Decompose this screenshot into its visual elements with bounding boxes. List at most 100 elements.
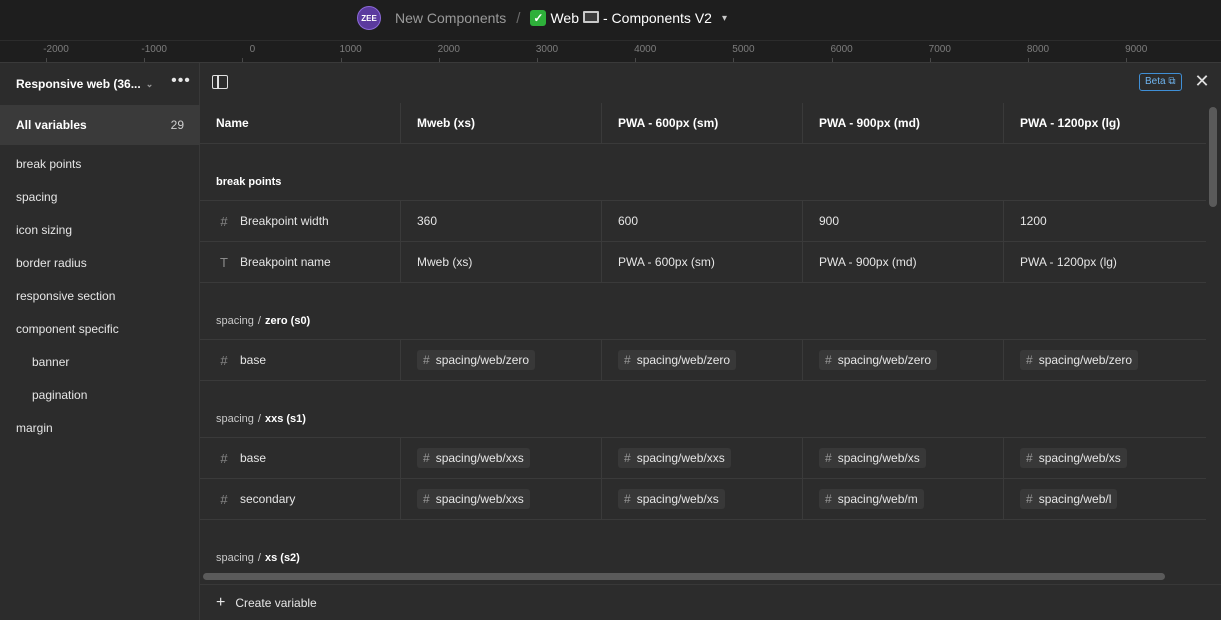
variable-value-cell[interactable]: # spacing/web/xxs [401, 479, 602, 519]
variable-value-cell[interactable]: # spacing/web/l [1004, 479, 1206, 519]
beta-badge[interactable]: Beta ⧉ [1139, 73, 1182, 91]
alias-value: spacing/web/xxs [435, 451, 524, 465]
variable-value-cell[interactable]: 900 [803, 201, 1004, 241]
alias-pill[interactable]: # spacing/web/zero [819, 350, 938, 370]
variable-name-cell[interactable]: # secondary [200, 479, 401, 519]
ruler-tick-label: 8000 [1026, 44, 1050, 55]
group-path: spacing [216, 315, 254, 327]
ruler-tick-label: 4000 [634, 44, 657, 55]
variable-value-cell[interactable]: # spacing/web/zero [803, 340, 1004, 380]
sidebar-item-icon-sizing[interactable]: icon sizing [0, 214, 200, 247]
variable-value-cell[interactable]: # spacing/web/xs [602, 479, 803, 519]
more-options-icon[interactable]: ••• [170, 72, 192, 94]
sidebar-toggle-icon[interactable] [212, 75, 228, 89]
vertical-scrollbar[interactable] [1209, 107, 1217, 207]
hash-icon: # [220, 213, 228, 229]
hash-icon: # [624, 492, 631, 506]
table-row[interactable]: # base # spacing/web/xxs # spacing/web/xxs # sp… [200, 438, 1206, 479]
variable-value-cell[interactable]: # spacing/web/xs [803, 438, 1004, 478]
create-variable-button[interactable]: + Create variable [200, 584, 1221, 620]
alias-pill[interactable]: # spacing/web/xs [1020, 448, 1127, 468]
variable-name-cell[interactable]: # base [200, 340, 401, 380]
sidebar-item-margin[interactable]: margin [0, 412, 200, 445]
variable-value-cell[interactable]: # spacing/web/zero [1004, 340, 1206, 380]
variable-value: 600 [618, 214, 639, 228]
group-path: spacing [216, 552, 254, 564]
variable-value-cell[interactable]: # spacing/web/xs [1004, 438, 1206, 478]
alias-pill[interactable]: # spacing/web/zero [1020, 350, 1139, 370]
variable-value-cell[interactable]: PWA - 900px (md) [803, 242, 1004, 282]
alias-pill[interactable]: # spacing/web/xxs [417, 448, 530, 468]
all-variables-count: 29 [170, 118, 184, 132]
sidebar-item-pagination[interactable]: pagination [0, 379, 200, 412]
alias-pill[interactable]: # spacing/web/xs [618, 489, 725, 509]
hash-icon: # [624, 451, 631, 465]
variable-value: Mweb (xs) [417, 255, 473, 269]
variable-value-cell[interactable]: Mweb (xs) [401, 242, 602, 282]
sidebar-item-break-points[interactable]: break points [0, 148, 200, 181]
alias-value: spacing/web/l [1038, 492, 1112, 506]
ruler-tick-label: 2000 [437, 44, 460, 55]
variable-value-cell[interactable]: # spacing/web/xxs [401, 438, 602, 478]
sidebar-item-spacing[interactable]: spacing [0, 181, 200, 214]
variable-name-cell[interactable]: T Breakpoint name [200, 242, 401, 282]
collection-selector[interactable]: Responsive web (36... ⌄ [16, 76, 153, 92]
file-breadcrumb: ZEE New Components / ✓ Web - Components … [357, 6, 727, 30]
variable-name-cell[interactable]: # base [200, 438, 401, 478]
sidebar-item-responsive-section[interactable]: responsive section [0, 280, 200, 313]
plus-icon: + [216, 594, 226, 611]
table-row[interactable]: # Breakpoint width 360 600 900 1200 [200, 201, 1206, 242]
alias-value: spacing/web/xs [636, 492, 719, 506]
group-path-separator: / [257, 413, 261, 425]
variable-value-cell[interactable]: # spacing/web/xxs [602, 438, 803, 478]
team-avatar[interactable]: ZEE [357, 6, 381, 30]
variables-panel: Responsive web (36... ⌄ ••• All variable… [0, 62, 1221, 620]
column-header-mode[interactable]: PWA - 1200px (lg) [1004, 103, 1206, 143]
variable-value-cell[interactable]: 360 [401, 201, 602, 241]
variable-value-cell[interactable]: # spacing/web/m [803, 479, 1004, 519]
column-header-mode[interactable]: Mweb (xs) [401, 103, 602, 143]
alias-pill[interactable]: # spacing/web/xs [819, 448, 926, 468]
alias-pill[interactable]: # spacing/web/zero [618, 350, 737, 370]
hash-icon: # [220, 491, 228, 507]
alias-pill[interactable]: # spacing/web/l [1020, 489, 1118, 509]
variable-value-cell[interactable]: PWA - 600px (sm) [602, 242, 803, 282]
table-row[interactable]: # base # spacing/web/zero # spacing/web/zero #… [200, 340, 1206, 381]
collection-name: Responsive web (36... [16, 77, 141, 91]
project-name[interactable]: New Components [395, 10, 506, 26]
variable-value-cell[interactable]: PWA - 1200px (lg) [1004, 242, 1206, 282]
column-header-mode[interactable]: PWA - 900px (md) [803, 103, 1004, 143]
variable-value: 900 [819, 214, 840, 228]
variable-value-cell[interactable]: 600 [602, 201, 803, 241]
sidebar-item-banner[interactable]: banner [0, 346, 200, 379]
close-icon[interactable]: ✕ [1192, 71, 1212, 91]
chevron-down-icon[interactable]: ▾ [722, 13, 727, 24]
table-row[interactable]: # secondary # spacing/web/xxs # spacing/web/x… [200, 479, 1206, 520]
variable-value-cell[interactable]: 1200 [1004, 201, 1206, 241]
alias-pill[interactable]: # spacing/web/zero [417, 350, 536, 370]
file-name[interactable]: ✓ Web - Components V2 ▾ [530, 10, 727, 26]
alias-value: spacing/web/zero [435, 353, 530, 367]
horizontal-scrollbar[interactable] [203, 573, 1165, 580]
variable-value: PWA - 900px (md) [819, 255, 917, 269]
group-list: break points spacing icon sizing border … [0, 148, 200, 445]
checkmark-icon: ✓ [530, 10, 547, 26]
alias-pill[interactable]: # spacing/web/xxs [618, 448, 731, 468]
variable-value-cell[interactable]: # spacing/web/zero [401, 340, 602, 380]
variable-name: Breakpoint name [240, 255, 331, 269]
column-header-mode[interactable]: PWA - 600px (sm) [602, 103, 803, 143]
alias-pill[interactable]: # spacing/web/m [819, 489, 924, 509]
table-row[interactable]: T Breakpoint name Mweb (xs) PWA - 600px (sm… [200, 242, 1206, 283]
canvas-ruler: -2000 -1000 0 1000 2000 3000 4000 5000 6000 7000 8… [0, 40, 1221, 62]
variable-value: 360 [417, 214, 438, 228]
hash-icon: # [1026, 353, 1033, 367]
variable-name: Breakpoint width [240, 214, 329, 228]
group-header-row: spacing / zero (s0) [200, 283, 1206, 340]
sidebar-item-border-radius[interactable]: border radius [0, 247, 200, 280]
alias-pill[interactable]: # spacing/web/xxs [417, 489, 530, 509]
sidebar-item-component-specific[interactable]: component specific [0, 313, 200, 346]
variable-name-cell[interactable]: # Breakpoint width [200, 201, 401, 241]
all-variables-item[interactable]: All variables 29 [0, 105, 200, 145]
top-bar: ZEE New Components / ✓ Web - Components … [0, 0, 1221, 40]
variable-value-cell[interactable]: # spacing/web/zero [602, 340, 803, 380]
